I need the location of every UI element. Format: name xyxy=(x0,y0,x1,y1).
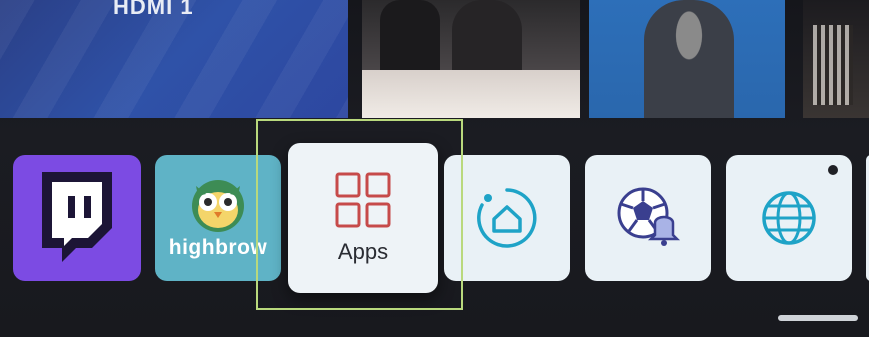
recent-input-thumbnails: HDMI 1 xyxy=(0,0,869,118)
thumbnail-video-4[interactable] xyxy=(803,0,869,118)
notification-dot xyxy=(828,165,838,175)
thumbnail-title: HDMI 1 xyxy=(113,0,194,19)
thumbnail-crowd xyxy=(813,25,853,105)
thumbnail-video-3[interactable] xyxy=(589,0,785,118)
sports-alert-icon xyxy=(617,187,681,246)
globe-icon xyxy=(762,191,816,245)
thumbnail-object xyxy=(362,70,580,118)
app-tile-twitch[interactable] xyxy=(13,155,141,281)
thumbnail-video-2[interactable] xyxy=(362,0,580,118)
highbrow-owl-icon xyxy=(192,180,244,232)
thumbnail-hdmi1[interactable]: HDMI 1 xyxy=(0,0,348,118)
highbrow-wordmark: highbrow xyxy=(168,236,268,259)
app-tile-sports-alert[interactable] xyxy=(585,155,711,281)
app-tile-web-browser[interactable] xyxy=(726,155,852,281)
row-scroll-indicator[interactable] xyxy=(778,315,858,321)
home-dashboard-icon xyxy=(477,188,537,248)
tv-home-screen: HDMI 1 highbrow Apps xyxy=(0,0,869,337)
twitch-logo-icon xyxy=(42,172,112,262)
thumbnail-figure xyxy=(452,0,522,80)
focus-highlight xyxy=(256,119,463,310)
thumbnail-person-blurred xyxy=(644,0,734,118)
